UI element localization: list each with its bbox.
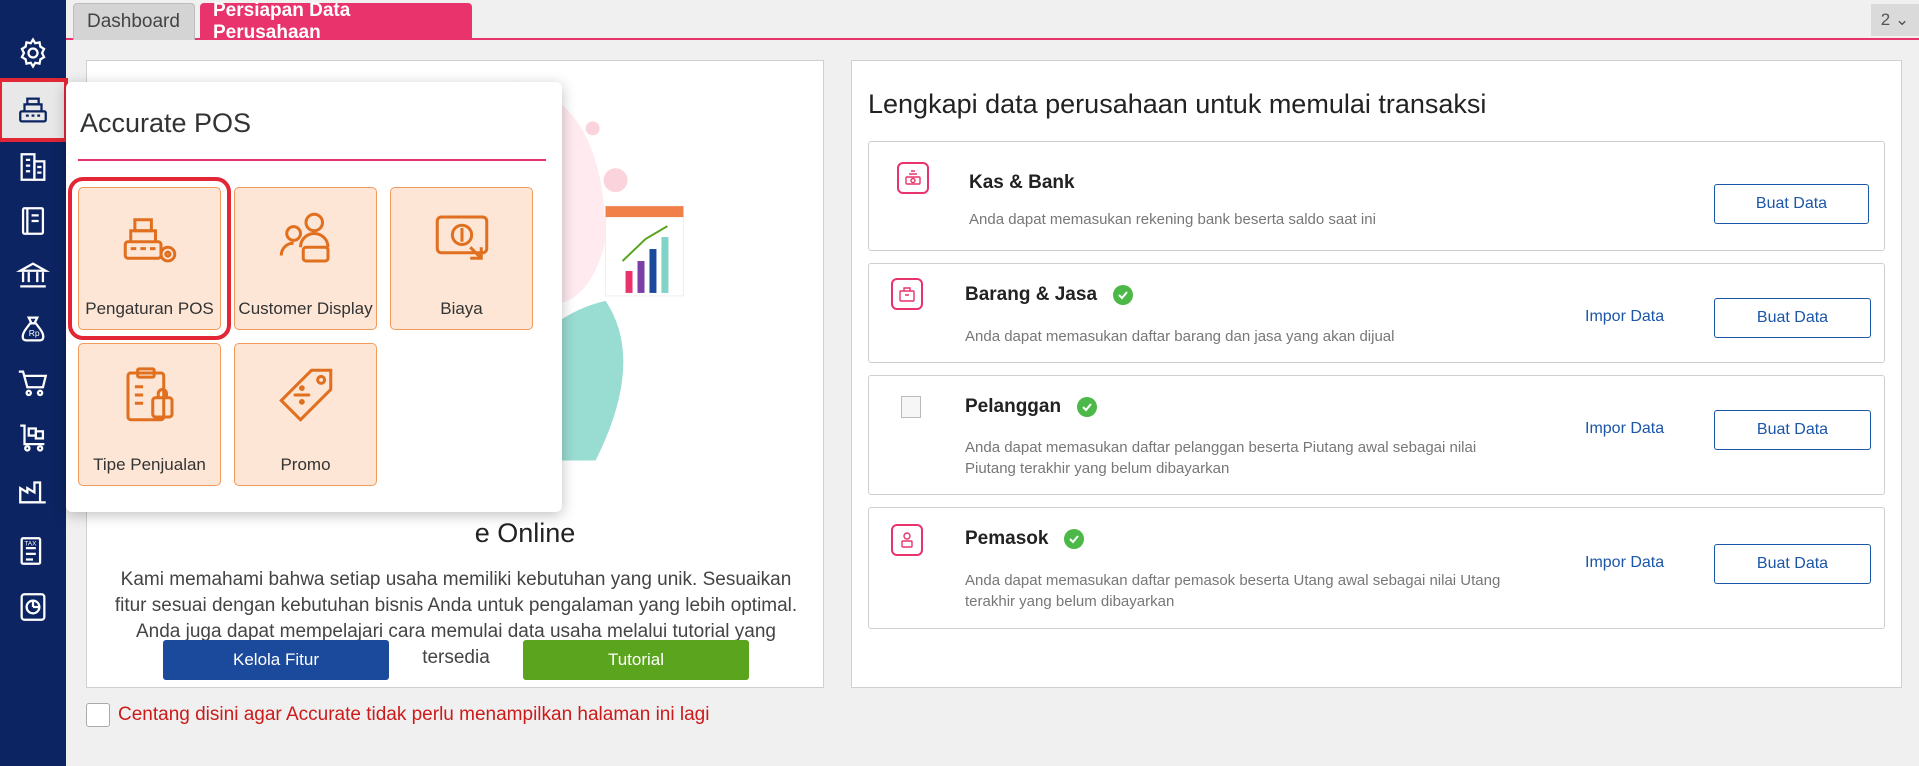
impor-data-link[interactable]: Impor Data: [1585, 420, 1664, 438]
tax-document-icon[interactable]: TAX: [8, 526, 58, 576]
company-data-card: Lengkapi data perusahaan untuk memulai t…: [851, 60, 1902, 688]
welcome-heading: e Online: [474, 518, 576, 548]
supplier-icon: [891, 524, 923, 556]
item-description: Anda dapat memasukan daftar barang dan j…: [965, 328, 1395, 345]
customer-display-icon: [279, 212, 330, 263]
customer-image-icon: [901, 396, 921, 418]
promo-tag-icon: [279, 368, 333, 422]
pos-cashier-icon[interactable]: [0, 78, 68, 142]
tile-label: Promo: [280, 455, 331, 474]
popup-title: Accurate POS: [80, 108, 252, 138]
bank-icon[interactable]: [8, 250, 58, 300]
check-icon: [1077, 397, 1098, 417]
tile-promo[interactable]: Promo: [234, 343, 377, 486]
check-icon: [1064, 529, 1085, 549]
money-bag-icon[interactable]: Rp: [8, 304, 58, 354]
settings-gear-icon[interactable]: [8, 28, 58, 78]
item-title-text: Pelanggan: [965, 396, 1062, 417]
tab-bar: Dashboard Persiapan Data Perusahaan 2 ⌄: [66, 0, 1919, 43]
impor-data-link[interactable]: Impor Data: [1585, 308, 1664, 326]
sidebar: Rp TAX: [0, 0, 68, 766]
item-title-text: Pemasok: [965, 528, 1049, 549]
pos-settings-icon: [123, 218, 177, 263]
buat-data-button[interactable]: Buat Data: [1714, 184, 1869, 224]
tile-tipe-penjualan[interactable]: Tipe Penjualan: [78, 343, 221, 486]
check-icon: [1113, 285, 1134, 305]
item-description: Anda dapat memasukan daftar pemasok bese…: [965, 572, 1501, 610]
goods-services-icon: [891, 278, 923, 310]
item-title: Kas & Bank: [969, 172, 1075, 193]
factory-icon[interactable]: [8, 466, 58, 516]
tab-counter-dropdown[interactable]: 2 ⌄: [1871, 4, 1919, 36]
sales-type-icon: [126, 367, 174, 422]
tile-label: Tipe Penjualan: [93, 455, 206, 474]
kelola-fitur-button[interactable]: Kelola Fitur: [163, 640, 389, 680]
svg-text:Rp: Rp: [29, 328, 40, 338]
list-item-kas-bank: Kas & Bank Anda dapat memasukan rekening…: [868, 141, 1885, 251]
item-title-text: Barang & Jasa: [965, 284, 1098, 305]
buat-data-button[interactable]: Buat Data: [1714, 544, 1871, 584]
ledger-book-icon[interactable]: [8, 196, 58, 246]
inventory-cart-icon[interactable]: [8, 412, 58, 462]
tile-customer-display[interactable]: Customer Display: [234, 187, 377, 330]
list-item-pelanggan: Pelanggan Anda dapat memasukan daftar pe…: [868, 375, 1885, 495]
cash-bank-icon: [897, 162, 929, 194]
tile-label: Customer Display: [238, 299, 373, 318]
tile-pengaturan-pos[interactable]: Pengaturan POS: [68, 177, 231, 340]
popup-divider: [78, 159, 546, 161]
item-description: Anda dapat memasukan rekening bank beser…: [969, 211, 1376, 228]
item-title: Pelanggan: [965, 396, 1098, 418]
company-data-title: Lengkapi data perusahaan untuk memulai t…: [868, 89, 1487, 119]
buat-data-button[interactable]: Buat Data: [1714, 298, 1871, 338]
list-item-barang-jasa: Barang & Jasa Anda dapat memasukan dafta…: [868, 263, 1885, 363]
tab-persiapan-data[interactable]: Persiapan Data Perusahaan: [200, 0, 472, 43]
company-building-icon[interactable]: [8, 142, 58, 192]
report-chart-icon[interactable]: [8, 582, 58, 632]
tutorial-button[interactable]: Tutorial: [523, 640, 749, 680]
item-title: Pemasok: [965, 528, 1085, 550]
item-description: Anda dapat memasukan daftar pelanggan be…: [965, 439, 1477, 477]
hide-page-label[interactable]: Centang disini agar Accurate tidak perlu…: [118, 704, 709, 726]
impor-data-link[interactable]: Impor Data: [1585, 554, 1664, 572]
cost-icon: [435, 215, 489, 260]
svg-text:TAX: TAX: [25, 540, 38, 547]
shopping-cart-icon[interactable]: [8, 358, 58, 408]
accurate-pos-menu: Accurate POS Pengaturan POS Customer Dis…: [66, 82, 562, 512]
tab-dashboard[interactable]: Dashboard: [73, 3, 195, 40]
tile-label: Pengaturan POS: [85, 299, 214, 318]
item-title: Barang & Jasa: [965, 284, 1134, 306]
hide-page-checkbox[interactable]: [86, 703, 110, 727]
tile-biaya[interactable]: Biaya: [390, 187, 533, 330]
list-item-pemasok: Pemasok Anda dapat memasukan daftar pema…: [868, 507, 1885, 629]
tile-label: Biaya: [440, 299, 483, 318]
buat-data-button[interactable]: Buat Data: [1714, 410, 1871, 450]
hide-page-option: Centang disini agar Accurate tidak perlu…: [86, 703, 709, 727]
